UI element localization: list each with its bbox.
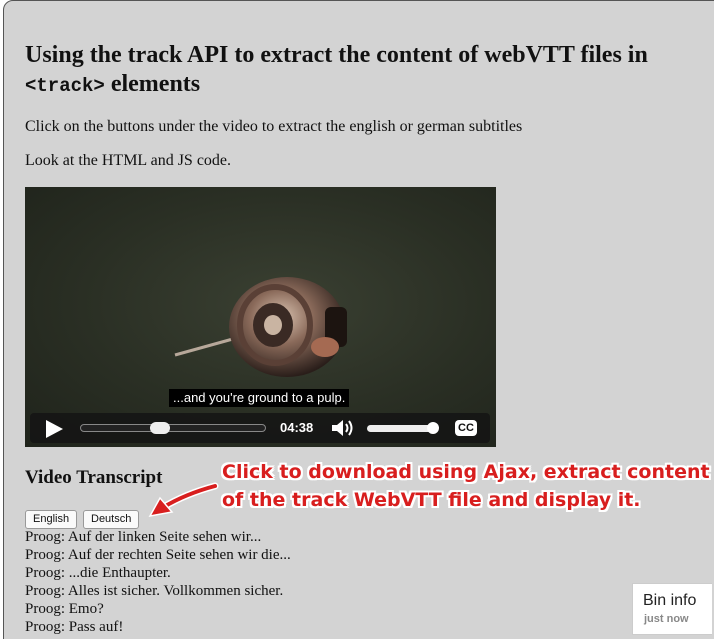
transcript-line: Proog: Emo?: [25, 601, 104, 617]
english-button[interactable]: English: [25, 510, 78, 529]
volume-slider[interactable]: [367, 425, 435, 432]
transcript-line: Proog: Pass auf!: [25, 619, 124, 635]
seek-thumb[interactable]: [149, 422, 170, 434]
annotation-arrow-icon: [148, 482, 219, 518]
annotation-callout: Click to download using Ajax, extract co…: [222, 458, 712, 514]
bin-info-title: Bin info: [643, 592, 697, 609]
annotation-line-2: of the track WebVTT file and display it.: [222, 489, 641, 511]
seek-bar[interactable]: [80, 424, 266, 432]
cc-icon[interactable]: CC: [455, 420, 477, 436]
intro-text: Click on the buttons under the video to …: [25, 118, 523, 135]
title-text: Using the track API to extract the conte…: [25, 42, 648, 68]
page: Using the track API to extract the conte…: [0, 0, 714, 639]
video-frame: [174, 277, 347, 377]
video-controls: 04:38 CC: [30, 413, 490, 443]
title-text-end: elements: [110, 71, 201, 97]
annotation-line-1: Click to download using Ajax, extract co…: [222, 461, 710, 483]
video-player[interactable]: [25, 187, 496, 447]
bin-info-subtitle: just now: [644, 613, 689, 625]
bin-info-button[interactable]: Bin info just now: [632, 583, 712, 635]
video-subtitle: ...and you're ground to a pulp.: [169, 389, 350, 407]
time-display: 04:38: [280, 420, 314, 435]
track-code: <track>: [25, 75, 105, 97]
transcript-line: Proog: Alles ist sicher. Vollkommen sich…: [25, 583, 284, 599]
transcript-line: Proog: Auf der rechten Seite sehen wir d…: [25, 547, 291, 563]
transcript-line: Proog: Auf der linken Seite sehen wir...: [25, 529, 262, 545]
transcript-list: Proog: Auf der linken Seite sehen wir...…: [25, 528, 585, 636]
page-title: Using the track API to extract the conte…: [25, 41, 705, 101]
deutsch-button[interactable]: Deutsch: [83, 510, 140, 529]
transcript-line: Proog: ...die Enthaupter.: [25, 565, 171, 581]
play-icon[interactable]: [46, 420, 63, 438]
note-text: Look at the HTML and JS code.: [25, 152, 232, 169]
volume-thumb[interactable]: [427, 422, 439, 434]
volume-icon[interactable]: [330, 419, 356, 437]
